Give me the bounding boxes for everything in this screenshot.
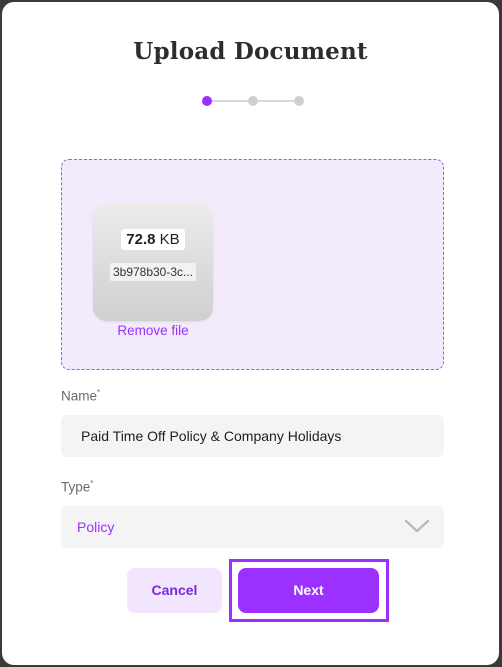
- required-marker: *: [90, 479, 94, 488]
- file-name-text: 3b978b30-3c...: [109, 263, 197, 281]
- progress-stepper: [202, 95, 304, 107]
- name-label-text: Name: [61, 388, 98, 404]
- cancel-button[interactable]: Cancel: [127, 568, 222, 613]
- type-label-text: Type: [61, 479, 91, 495]
- required-marker: *: [97, 388, 101, 397]
- dialog-title: Upload Document: [133, 38, 368, 65]
- file-preview-card: 72.8 KB 3b978b30-3c...: [93, 203, 213, 321]
- stepper-connector: [253, 100, 299, 102]
- upload-document-dialog: Upload Document 72.8 KB 3b978b30-3c... R…: [2, 2, 499, 665]
- type-label: Type*: [61, 479, 93, 495]
- step-3-dot: [294, 96, 304, 106]
- stepper-connector: [207, 100, 253, 102]
- remove-file-link[interactable]: Remove file: [93, 323, 213, 338]
- file-name: 3b978b30-3c...: [103, 263, 203, 281]
- name-field-value: Paid Time Off Policy & Company Holidays: [81, 428, 342, 444]
- file-size: 72.8 KB: [93, 229, 213, 250]
- step-2-dot: [248, 96, 258, 106]
- type-select-value: Policy: [77, 519, 115, 535]
- name-field[interactable]: Paid Time Off Policy & Company Holidays: [61, 415, 444, 457]
- file-size-unit: KB: [159, 231, 180, 248]
- file-size-value: 72.8: [126, 231, 156, 248]
- name-label: Name*: [61, 388, 100, 404]
- chevron-down-icon[interactable]: [404, 518, 430, 534]
- file-dropzone[interactable]: 72.8 KB 3b978b30-3c... Remove file: [61, 159, 444, 370]
- step-1-dot: [202, 96, 212, 106]
- type-select[interactable]: Policy: [61, 506, 444, 548]
- next-button[interactable]: Next: [238, 568, 379, 613]
